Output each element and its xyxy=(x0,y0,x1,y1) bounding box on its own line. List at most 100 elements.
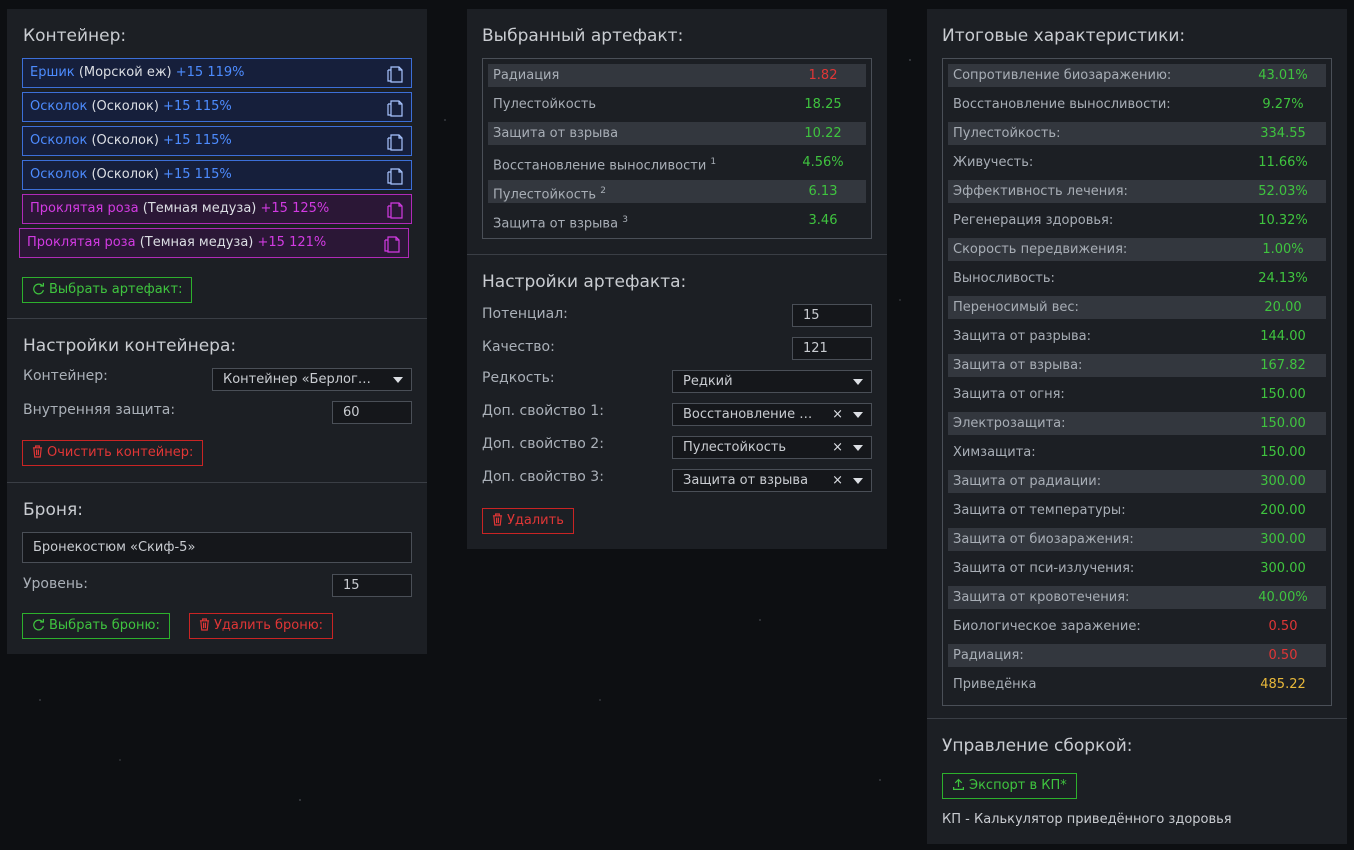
total-stat-row: Радиация: 0.50 xyxy=(948,644,1326,667)
copy-icon[interactable] xyxy=(385,165,403,185)
level-label: Уровень: xyxy=(23,576,88,592)
artifact-item[interactable]: Осколок (Осколок) +15 115% xyxy=(22,160,412,190)
trash-icon xyxy=(199,618,210,631)
copy-icon[interactable] xyxy=(385,131,403,151)
prop2-select-value: Пулестойкость xyxy=(683,440,787,455)
prop3-select-value: Защита от взрыва xyxy=(683,473,809,488)
total-stat-name: Скорость передвижения: xyxy=(953,242,1128,257)
select-artifact-button[interactable]: Выбрать артефакт: xyxy=(22,277,193,303)
total-stat-row: Сопротивление биозаражению: 43.01% xyxy=(948,64,1326,87)
total-stat-value: 40.00% xyxy=(1258,590,1308,605)
artifact-level: +15 115% xyxy=(163,133,232,148)
total-stat-name: Приведёнка xyxy=(953,677,1037,692)
stat-row: Радиация 1.82 xyxy=(488,64,866,87)
total-stat-name: Биологическое заражение: xyxy=(953,619,1141,634)
total-stat-value: 52.03% xyxy=(1258,184,1308,199)
artifact-item[interactable]: Проклятая роза (Темная медуза) +15 121% xyxy=(19,228,409,258)
clear-icon[interactable]: × xyxy=(832,437,843,458)
totals-title: Итоговые характеристики: xyxy=(942,26,1186,46)
total-stat-row: Защита от кровотечения: 40.00% xyxy=(948,586,1326,609)
delete-artifact-button[interactable]: Удалить xyxy=(482,508,574,534)
clear-container-button[interactable]: Очистить контейнер: xyxy=(22,440,204,466)
container-settings-title: Настройки контейнера: xyxy=(23,336,237,356)
artifact-name: Осколок xyxy=(30,133,88,148)
container-select[interactable]: Контейнер «Берлога... xyxy=(212,368,412,391)
copy-icon[interactable] xyxy=(385,199,403,219)
copy-icon[interactable] xyxy=(385,63,403,83)
select-armor-button[interactable]: Выбрать броню: xyxy=(22,613,170,639)
stat-row: Восстановление выносливости 1 4.56% xyxy=(488,151,866,174)
total-stat-value: 300.00 xyxy=(1260,474,1306,489)
total-stat-name: Переносимый вес: xyxy=(953,300,1079,315)
total-stat-value: 11.66% xyxy=(1258,155,1308,170)
export-label: Экспорт в КП* xyxy=(969,778,1067,793)
prop2-select[interactable]: Пулестойкость × xyxy=(672,436,872,459)
divider xyxy=(467,254,887,255)
total-stat-value: 144.00 xyxy=(1260,329,1306,344)
quality-input[interactable]: 121 xyxy=(792,337,872,360)
stat-value: 6.13 xyxy=(808,184,838,199)
total-stat-value: 0.50 xyxy=(1268,619,1298,634)
delete-armor-label: Удалить броню: xyxy=(214,618,324,633)
quality-label: Качество: xyxy=(482,339,555,355)
artifact-level: +15 119% xyxy=(175,65,245,80)
container-panel: Контейнер: Ершик (Морской еж) +15 119% Ос… xyxy=(7,9,427,654)
prop2-label: Доп. свойство 2: xyxy=(482,436,604,452)
total-stat-row: Переносимый вес: 20.00 xyxy=(948,296,1326,319)
rarity-select-value: Редкий xyxy=(683,374,733,389)
artifact-subname: (Темная медуза) xyxy=(139,235,254,250)
chevron-down-icon xyxy=(853,445,863,451)
inner-protection-label: Внутренняя защита: xyxy=(23,402,176,418)
artifact-name: Ершик xyxy=(30,65,75,80)
artifact-subname: (Осколок) xyxy=(91,133,159,148)
total-stat-row: Защита от разрыва: 144.00 xyxy=(948,325,1326,348)
total-stat-value: 10.32% xyxy=(1258,213,1308,228)
prop1-select-value: Восстановление в... xyxy=(683,407,819,422)
total-stat-name: Пулестойкость: xyxy=(953,126,1061,141)
stat-row: Пулестойкость 2 6.13 xyxy=(488,180,866,203)
total-stat-name: Защита от радиации: xyxy=(953,474,1102,489)
artifact-item[interactable]: Осколок (Осколок) +15 115% xyxy=(22,92,412,122)
artifact-subname: (Осколок) xyxy=(91,99,159,114)
copy-icon[interactable] xyxy=(385,97,403,117)
artifact-item[interactable]: Проклятая роза (Темная медуза) +15 125% xyxy=(22,194,412,224)
selected-artifact-stats: Радиация 1.82 Пулестойкость 18.25 Защита от … xyxy=(482,58,872,239)
total-stat-name: Защита от огня: xyxy=(953,387,1065,402)
total-stat-value: 1.00% xyxy=(1262,242,1304,257)
inner-protection-input[interactable]: 60 xyxy=(332,401,412,424)
artifact-subname: (Осколок) xyxy=(91,167,159,182)
clear-icon[interactable]: × xyxy=(832,404,843,425)
prop3-select[interactable]: Защита от взрыва × xyxy=(672,469,872,492)
artifact-name: Проклятая роза xyxy=(30,201,139,216)
total-stat-row: Выносливость: 24.13% xyxy=(948,267,1326,290)
stat-row: Защита от взрыва 3 3.46 xyxy=(488,209,866,232)
delete-armor-button[interactable]: Удалить броню: xyxy=(189,613,334,639)
total-stat-row: Химзащита: 150.00 xyxy=(948,441,1326,464)
total-stat-row: Защита от огня: 150.00 xyxy=(948,383,1326,406)
potential-input[interactable]: 15 xyxy=(792,304,872,327)
total-stat-name: Защита от взрыва: xyxy=(953,358,1083,373)
refresh-icon xyxy=(33,618,44,631)
prop1-select[interactable]: Восстановление в... × xyxy=(672,403,872,426)
total-stat-value: 150.00 xyxy=(1260,416,1306,431)
artifact-item[interactable]: Осколок (Осколок) +15 115% xyxy=(22,126,412,156)
chevron-down-icon xyxy=(853,379,863,385)
total-stat-row: Защита от пси-излучения: 300.00 xyxy=(948,557,1326,580)
trash-icon xyxy=(32,445,43,458)
chevron-down-icon xyxy=(393,377,403,383)
refresh-icon xyxy=(33,282,44,295)
rarity-select[interactable]: Редкий xyxy=(672,370,872,393)
artifact-item[interactable]: Ершик (Морской еж) +15 119% xyxy=(22,58,412,88)
artifact-level: +15 121% xyxy=(257,235,327,250)
stat-row: Пулестойкость 18.25 xyxy=(488,93,866,116)
level-input[interactable]: 15 xyxy=(332,574,412,597)
export-button[interactable]: Экспорт в КП* xyxy=(942,773,1077,799)
total-stat-name: Электрозащита: xyxy=(953,416,1066,431)
total-stat-row: Восстановление выносливости: 9.27% xyxy=(948,93,1326,116)
container-title: Контейнер: xyxy=(23,26,127,46)
stat-value: 3.46 xyxy=(808,213,838,228)
armor-input[interactable]: Бронекостюм «Скиф-5» xyxy=(22,532,412,563)
total-stat-row: Приведёнка 485.22 xyxy=(948,673,1326,696)
clear-icon[interactable]: × xyxy=(832,470,843,491)
copy-icon[interactable] xyxy=(382,233,400,253)
